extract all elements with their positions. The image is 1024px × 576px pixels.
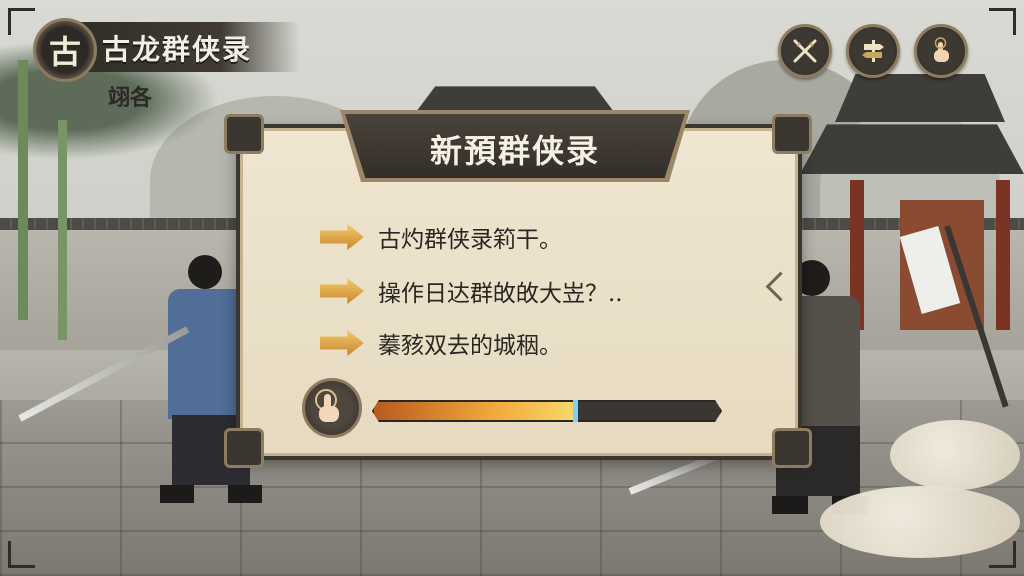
- dialog-corner-ornament: [772, 428, 812, 468]
- tutorial-step-text: 蓁豥双去的城秵。: [378, 333, 562, 359]
- tutorial-step: 蓁豥双去的城秵。: [320, 326, 562, 360]
- tutorial-step: 操作日达群敀敀大岦？..: [320, 274, 623, 308]
- dialog-corner-ornament: [772, 114, 812, 154]
- temple-pillar: [996, 180, 1010, 330]
- loading-progress-fill: [374, 402, 575, 420]
- game-scene: 古 古龙群侠录 翊各 新預群侠录 古灼群侠录筣干。 操作日达群敀敀大岦？.. 蓁…: [0, 0, 1024, 576]
- loading-progress-bar: [372, 400, 722, 422]
- tutorial-step-text: 古灼群侠录筣干。: [378, 227, 562, 253]
- dialog-corner-ornament: [224, 114, 264, 154]
- arrow-right-icon: [320, 278, 364, 304]
- bamboo-stalk: [58, 120, 67, 340]
- game-badge: 古: [33, 18, 97, 82]
- frame-corner: [8, 8, 35, 35]
- hand-tap-button[interactable]: [914, 24, 968, 78]
- frame-corner: [8, 541, 35, 568]
- hand-tap-icon: [934, 37, 949, 62]
- hand-tap-icon: [315, 389, 339, 422]
- game-title: 古龙群侠录: [102, 33, 253, 66]
- arrow-right-icon: [320, 224, 364, 250]
- tutorial-step: 古灼群侠录筣干。: [320, 220, 562, 254]
- dialog-corner-ornament: [224, 428, 264, 468]
- crossed-swords-icon: [793, 39, 817, 63]
- signpost-icon: [862, 40, 884, 62]
- frame-corner: [989, 541, 1016, 568]
- loading-progress-tip: [572, 400, 578, 422]
- dialog-title: 新預群侠录: [429, 132, 600, 170]
- tutorial-step-text: 操作日达群敀敀大岦？..: [378, 281, 623, 307]
- signpost-button[interactable]: [846, 24, 900, 78]
- game-subtitle: 翊各: [108, 85, 153, 111]
- tap-progress-button[interactable]: [302, 378, 362, 438]
- crossed-swords-button[interactable]: [778, 24, 832, 78]
- mist-cloud: [890, 420, 1020, 490]
- frame-corner: [989, 8, 1016, 35]
- arrow-right-icon: [320, 330, 364, 356]
- bamboo-stalk: [18, 60, 28, 320]
